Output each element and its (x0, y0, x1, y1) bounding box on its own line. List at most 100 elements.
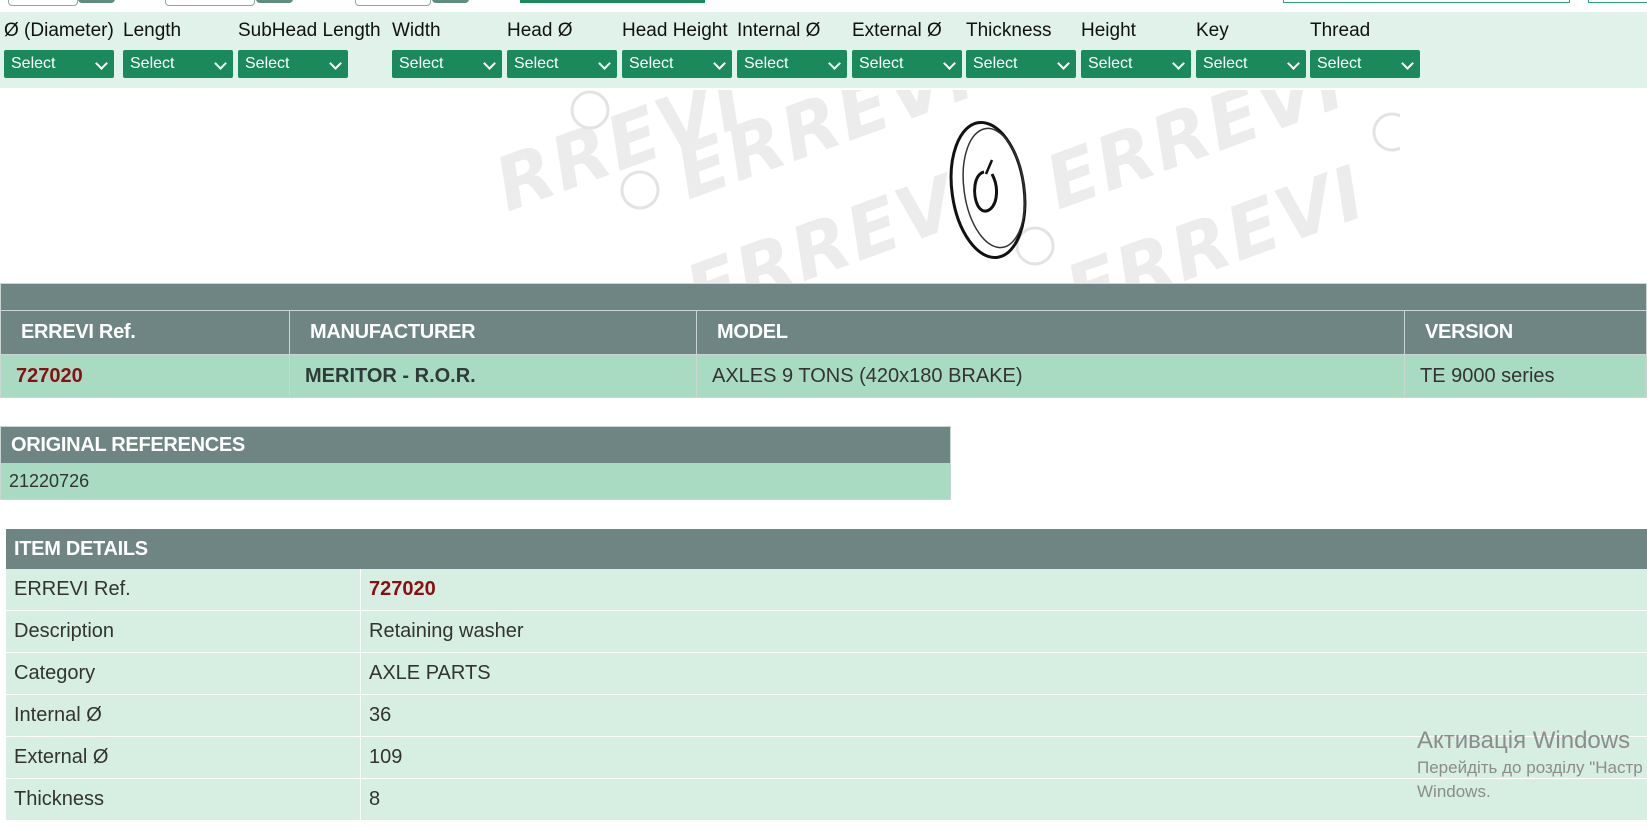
top-field-right[interactable] (1283, 0, 1570, 3)
filter-select-diameter[interactable]: Select (4, 50, 114, 78)
chevron-down-icon (1287, 57, 1300, 70)
table-row: Category AXLE PARTS (6, 652, 1647, 695)
filter-select-head-height[interactable]: Select (622, 50, 732, 78)
detail-key: ERREVI Ref. (6, 569, 361, 611)
filter-label: Width (392, 20, 441, 41)
filter-select-internal-diameter[interactable]: Select (737, 50, 847, 78)
filter-width: Width Select (392, 20, 502, 78)
top-button-3[interactable] (432, 0, 469, 3)
filter-select-thickness[interactable]: Select (966, 50, 1076, 78)
chevron-down-icon (1172, 57, 1185, 70)
top-search-button[interactable] (520, 0, 705, 3)
detail-key: Internal Ø (6, 694, 361, 737)
detail-value-description: Retaining washer (360, 610, 1647, 653)
activation-line: Windows. (1417, 782, 1491, 801)
table-band (0, 283, 1647, 311)
filter-label: Head Height (622, 20, 728, 41)
filter-subhead-length: SubHead Length Select (238, 20, 381, 78)
chevron-down-icon (95, 57, 108, 70)
table-row: External Ø 109 (6, 736, 1647, 779)
filter-internal-diameter: Internal Ø Select (737, 20, 847, 78)
filter-thread: Thread Select (1310, 20, 1420, 78)
filter-label: Thickness (966, 20, 1052, 41)
filter-length: Length Select (123, 20, 233, 78)
filter-external-diameter: External Ø Select (852, 20, 962, 78)
filter-select-key[interactable]: Select (1196, 50, 1306, 78)
filter-label: Internal Ø (737, 20, 821, 41)
filter-thickness: Thickness Select (966, 20, 1076, 78)
washer-drawing (570, 90, 1400, 266)
column-header-version: VERSION (1404, 310, 1647, 355)
table-row: Internal Ø 36 (6, 694, 1647, 737)
filter-label: Key (1196, 20, 1229, 41)
top-input-2[interactable] (165, 0, 255, 6)
windows-activation-watermark: Активація Windows Перейдіть до розділу "… (1417, 726, 1643, 804)
table-row: 21220726 (0, 463, 951, 500)
top-input-1[interactable] (8, 0, 78, 6)
filter-head-diameter: Head Ø Select (507, 20, 617, 78)
column-header-errevi-ref: ERREVI Ref. (0, 310, 290, 355)
filter-select-external-diameter[interactable]: Select (852, 50, 962, 78)
detail-value-errevi-ref: 727020 (360, 569, 1647, 611)
detail-key: External Ø (6, 736, 361, 779)
detail-key: Thickness (6, 778, 361, 821)
table-header-row: ORIGINAL REFERENCES (0, 426, 951, 463)
detail-key: Description (6, 610, 361, 653)
references-table: ERREVI Ref. MANUFACTURER MODEL VERSION 7… (0, 283, 1647, 398)
chevron-down-icon (1401, 57, 1414, 70)
version-cell: TE 9000 series (1404, 354, 1647, 398)
filter-bar: Ø (Diameter) Select Length Select SubHea… (0, 12, 1647, 88)
item-details-title: ITEM DETAILS (6, 529, 1647, 569)
chevron-down-icon (943, 57, 956, 70)
filter-select-height[interactable]: Select (1081, 50, 1191, 78)
filter-label: SubHead Length (238, 20, 381, 41)
table-header-row: ITEM DETAILS (6, 529, 1647, 569)
filter-select-thread[interactable]: Select (1310, 50, 1420, 78)
top-toolbar (0, 0, 1647, 12)
filter-label: External Ø (852, 20, 942, 41)
filter-label: Thread (1310, 20, 1371, 41)
filter-label: Head Ø (507, 20, 573, 41)
top-field-far-right[interactable] (1588, 0, 1647, 3)
errevi-ref-cell[interactable]: 727020 (0, 354, 290, 398)
filter-height: Height Select (1081, 20, 1191, 78)
chevron-down-icon (1057, 57, 1070, 70)
model-cell: AXLES 9 TONS (420x180 BRAKE) (696, 354, 1405, 398)
chevron-down-icon (483, 57, 496, 70)
top-button-1[interactable] (78, 0, 115, 3)
activation-title: Активація Windows (1417, 727, 1631, 754)
top-input-3[interactable] (355, 0, 431, 6)
column-header-model: MODEL (696, 310, 1405, 355)
table-header-row: ERREVI Ref. MANUFACTURER MODEL VERSION (0, 310, 1647, 355)
filter-label: Ø (Diameter) (4, 20, 114, 41)
original-references-title: ORIGINAL REFERENCES (0, 426, 951, 463)
detail-key: Category (6, 652, 361, 695)
manufacturer-cell: MERITOR - R.O.R. (289, 354, 697, 398)
chevron-down-icon (214, 57, 227, 70)
filter-label: Length (123, 20, 182, 41)
table-row: ERREVI Ref. 727020 (6, 569, 1647, 611)
detail-value-category: AXLE PARTS (360, 652, 1647, 695)
filter-select-head-diameter[interactable]: Select (507, 50, 617, 78)
chevron-down-icon (329, 57, 342, 70)
product-image: ERREVI ERREVI ERREVI ERREVI ERREVI (500, 90, 1400, 283)
filter-select-length[interactable]: Select (123, 50, 233, 78)
original-references-table: ORIGINAL REFERENCES 21220726 (0, 426, 951, 500)
filter-select-width[interactable]: Select (392, 50, 502, 78)
chevron-down-icon (828, 57, 841, 70)
column-header-manufacturer: MANUFACTURER (289, 310, 697, 355)
table-row: Description Retaining washer (6, 610, 1647, 653)
chevron-down-icon (713, 57, 726, 70)
original-reference-value: 21220726 (0, 463, 951, 500)
table-row: Thickness 8 (6, 778, 1647, 821)
chevron-down-icon (598, 57, 611, 70)
table-row[interactable]: 727020 MERITOR - R.O.R. AXLES 9 TONS (42… (0, 354, 1647, 398)
filter-select-subhead-length[interactable]: Select (238, 50, 348, 78)
activation-line: Перейдіть до розділу "Настр (1417, 758, 1643, 777)
filter-diameter: Ø (Diameter) Select (4, 20, 114, 78)
item-details-table: ITEM DETAILS ERREVI Ref. 727020 Descript… (6, 529, 1647, 821)
top-button-2[interactable] (256, 0, 293, 3)
filter-label: Height (1081, 20, 1136, 41)
filter-key: Key Select (1196, 20, 1306, 78)
filter-head-height: Head Height Select (622, 20, 732, 78)
